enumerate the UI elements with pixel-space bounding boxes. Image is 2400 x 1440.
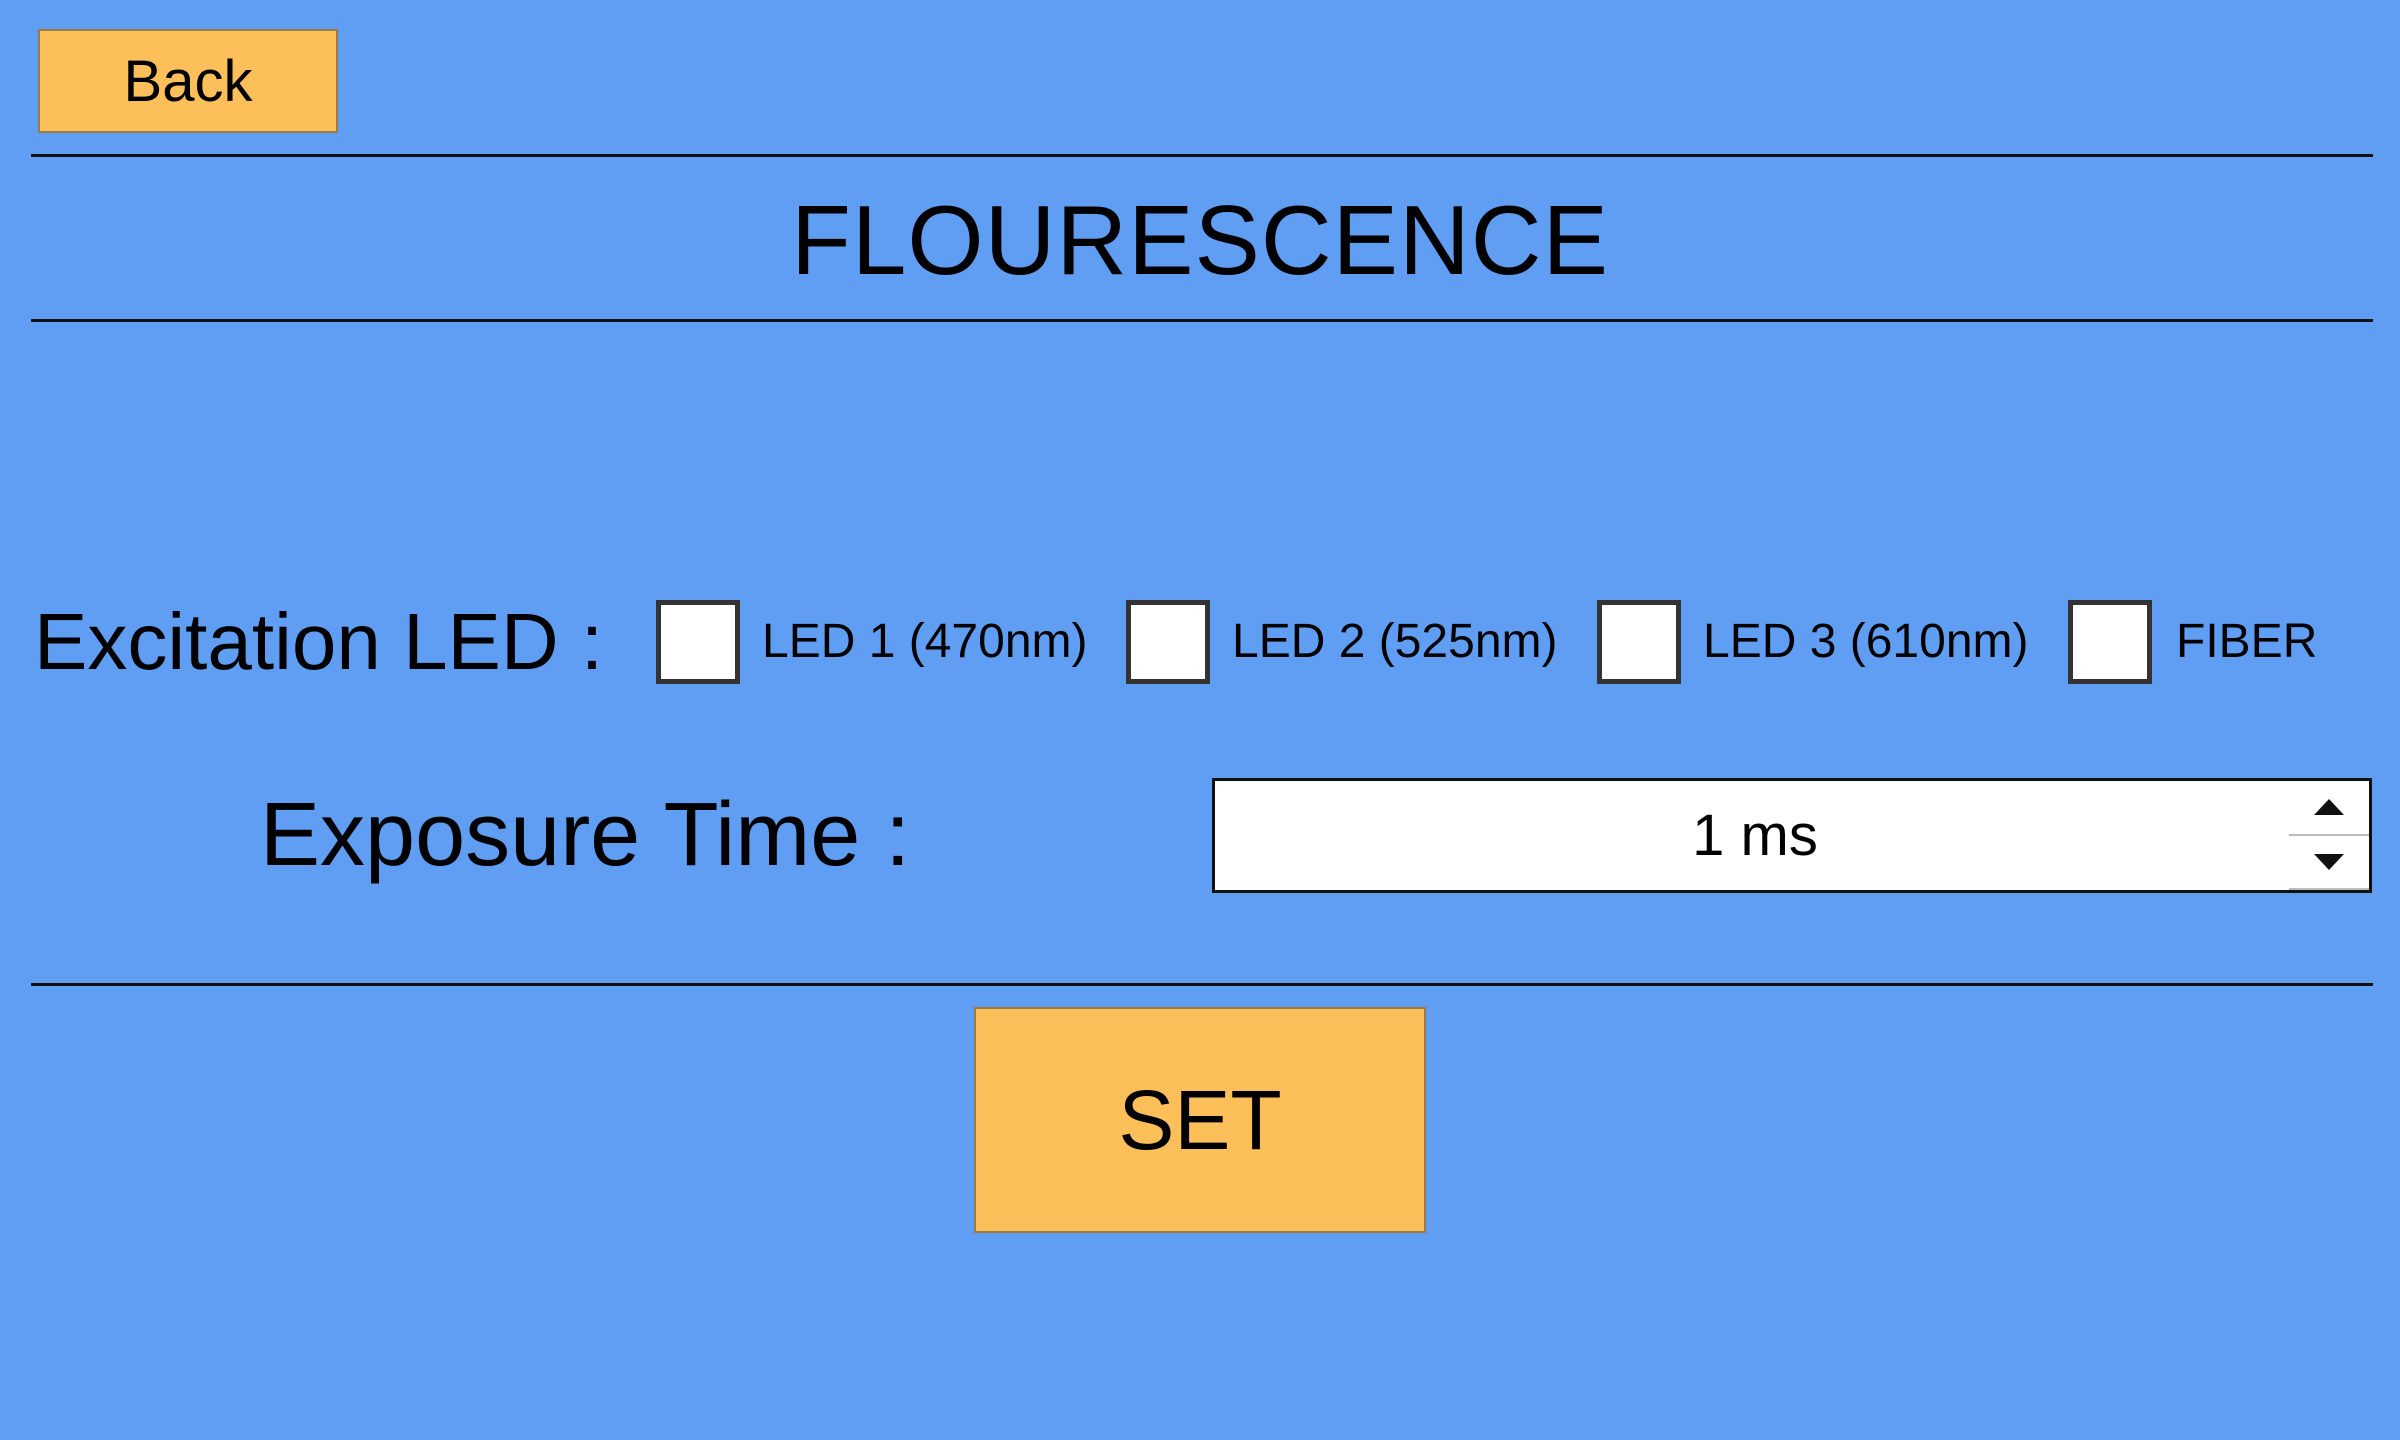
led3-label: LED 3 (610nm) xyxy=(1703,615,2029,668)
excitation-led-label: Excitation LED : xyxy=(34,597,604,686)
page-title: FLOURESCENCE xyxy=(791,185,1609,295)
led1-label: LED 1 (470nm) xyxy=(762,615,1088,668)
led2-label: LED 2 (525nm) xyxy=(1232,615,1558,668)
led2-checkbox[interactable] xyxy=(1126,600,1210,684)
spin-up-arrow-icon xyxy=(2314,799,2344,815)
spin-down-arrow-icon xyxy=(2314,854,2344,870)
led1-checkbox[interactable] xyxy=(656,600,740,684)
led3-checkbox[interactable] xyxy=(1597,600,1681,684)
spin-down-button[interactable] xyxy=(2289,836,2369,888)
fiber-label: FIBER xyxy=(2176,615,2318,668)
exposure-time-label: Exposure Time : xyxy=(260,785,911,885)
exposure-time-value[interactable]: 1 ms xyxy=(1215,781,2295,890)
bottom-divider xyxy=(31,983,2373,986)
set-button[interactable]: SET xyxy=(974,1007,1426,1233)
spin-buttons xyxy=(2289,781,2369,890)
exposure-time-spinbox[interactable]: 1 ms xyxy=(1212,778,2372,893)
title-divider xyxy=(31,319,2373,322)
top-divider xyxy=(31,154,2373,157)
back-button[interactable]: Back xyxy=(38,29,338,133)
spin-up-button[interactable] xyxy=(2289,781,2369,833)
spin-bottom-line xyxy=(2289,888,2369,890)
fiber-checkbox[interactable] xyxy=(2068,600,2152,684)
